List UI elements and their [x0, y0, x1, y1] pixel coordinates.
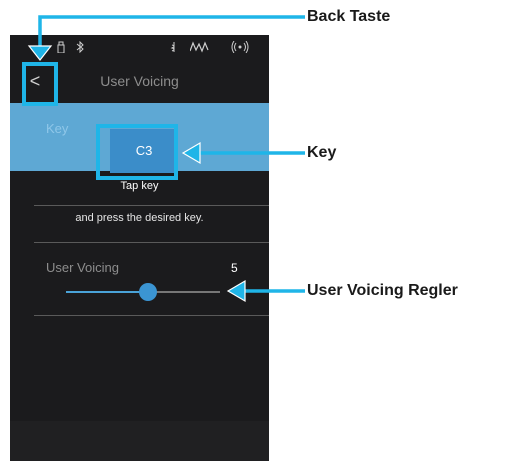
- key-callout-arrowhead: [181, 141, 201, 165]
- callout-arrows: [27, 15, 305, 303]
- key-callout-label: Key: [307, 144, 337, 161]
- slider-callout-arrowhead: [226, 279, 246, 303]
- back-callout-line: [38, 15, 305, 50]
- back-callout-label: Back Taste: [307, 8, 391, 25]
- back-callout-arrowhead: [27, 45, 53, 61]
- slider-callout-label: User Voicing Regler: [307, 282, 458, 299]
